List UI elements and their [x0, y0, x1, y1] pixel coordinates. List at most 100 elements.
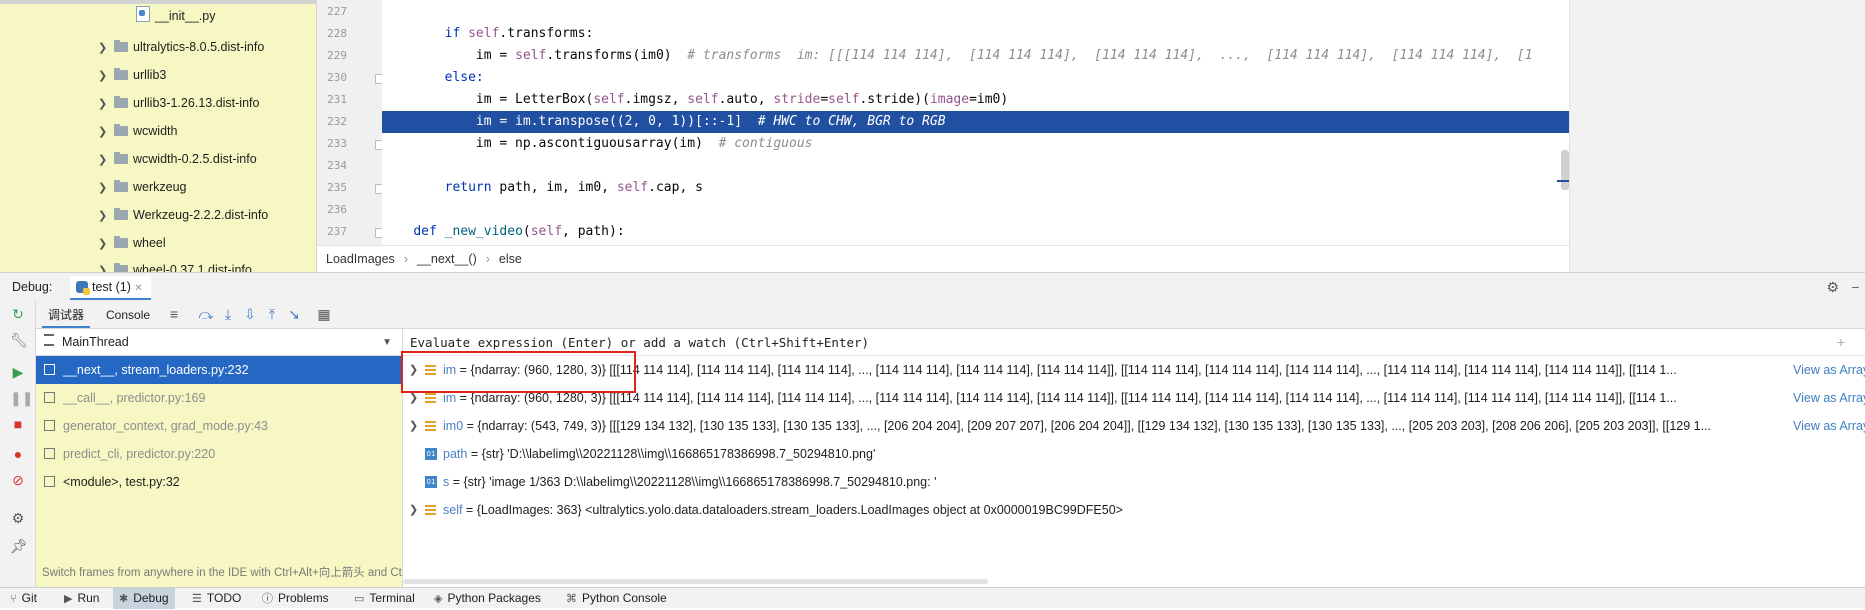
chevron-right-icon[interactable]: ❯: [98, 232, 114, 256]
frame-item[interactable]: predict_cli, predictor.py:220: [36, 440, 402, 468]
chevron-right-icon[interactable]: ❯: [98, 36, 114, 60]
breadcrumb: LoadImages › __next__() › else: [317, 245, 1570, 272]
code-line-233: im = np.ascontiguousarray(im) # contiguo…: [475, 136, 813, 151]
variables-horizontal-scrollbar[interactable]: [403, 579, 988, 584]
expand-chevron-icon[interactable]: ❯: [409, 412, 418, 440]
view-breakpoints-icon[interactable]: ●: [10, 446, 26, 462]
chevron-right-icon[interactable]: ❯: [98, 176, 114, 200]
code-line-228: if self.transforms:: [444, 26, 594, 41]
code-line-237: def _new_video(self, path):: [413, 224, 625, 239]
variable-row[interactable]: 01 s = {str} 'image 1/363 D:\\labelimg\\…: [403, 468, 1865, 496]
step-over-icon[interactable]: ⤼: [198, 306, 214, 322]
tree-item-folder[interactable]: ❯ werkzeug: [98, 175, 187, 199]
code-line-235: return path, im, im0, self.cap, s: [444, 180, 703, 195]
thread-selector[interactable]: MainThread ▼: [36, 329, 402, 356]
tool-tab-python-console[interactable]: ⌘ Python Console: [560, 588, 673, 609]
settings-icon[interactable]: ⚙: [10, 510, 26, 526]
tool-tab-terminal[interactable]: ▭ Terminal: [348, 588, 421, 609]
tree-item-folder[interactable]: ❯ urllib3: [98, 63, 166, 87]
chevron-right-icon[interactable]: ❯: [98, 148, 114, 172]
frame-item[interactable]: __next__, stream_loaders.py:232: [36, 356, 402, 384]
chevron-down-icon[interactable]: ▼: [382, 329, 392, 356]
line-number: 236: [327, 203, 347, 216]
view-as-array-link[interactable]: View as Array: [1791, 412, 1865, 440]
step-into-icon[interactable]: ⤓: [220, 306, 236, 322]
mute-breakpoints-icon[interactable]: ⊘: [10, 472, 26, 488]
tree-item-folder[interactable]: ❯ wheel: [98, 231, 166, 255]
tree-item-folder[interactable]: ❯ wcwidth-0.2.5.dist-info: [98, 147, 257, 171]
tool-tab-python-packages[interactable]: ◈ Python Packages: [428, 588, 547, 609]
chevron-right-icon[interactable]: ❯: [98, 64, 114, 88]
pin-icon[interactable]: 📌︎: [10, 538, 28, 554]
folder-icon: [114, 40, 128, 52]
debug-tool-window-header: Debug: test (1) ✕ ⚙ –: [0, 272, 1865, 300]
debug-toolbar: 调试器 Console ≡ ⤼ ⤓ ⇩ ⤒ ↘ ▦: [36, 300, 1865, 329]
code-line-232-execution-point: im = im.transpose((2, 0, 1))[::-1] # HWC…: [382, 111, 1569, 133]
chevron-right-icon[interactable]: ❯: [98, 92, 114, 116]
expand-chevron-icon[interactable]: ❯: [409, 496, 418, 524]
menu-icon[interactable]: ≡: [166, 306, 182, 322]
pause-icon[interactable]: ❚❚: [10, 390, 33, 406]
variable-row[interactable]: ❯ self = {LoadImages: 363} <ultralytics.…: [403, 496, 1865, 524]
editor-scrollbar[interactable]: [1561, 150, 1569, 190]
tool-tab-run[interactable]: ▶ Run: [58, 588, 105, 609]
wrench-icon[interactable]: 🔧︎: [10, 332, 28, 348]
folder-icon: [114, 152, 128, 164]
folder-icon: [114, 180, 128, 192]
project-tree: __init__.py ❯ ultralytics-8.0.5.dist-info…: [0, 0, 317, 272]
variable-row[interactable]: 01 path = {str} 'D:\\labelimg\\20221128\…: [403, 440, 1865, 468]
debug-session-tab[interactable]: test (1) ✕: [70, 276, 151, 300]
tree-item-folder[interactable]: ❯ urllib3-1.26.13.dist-info: [98, 91, 259, 115]
chevron-right-icon[interactable]: ❯: [98, 204, 114, 228]
tree-item-folder[interactable]: ❯ wcwidth: [98, 119, 177, 143]
run-icon: ▶: [64, 593, 73, 605]
tab-debugger[interactable]: 调试器: [42, 304, 91, 328]
breadcrumb-item[interactable]: __next__(): [417, 252, 477, 266]
minimize-icon[interactable]: –: [1852, 273, 1859, 301]
variable-row[interactable]: ❯ im0 = {ndarray: (543, 749, 3)} [[[129 …: [403, 412, 1865, 440]
folder-icon: [114, 124, 128, 136]
python-icon: [76, 281, 90, 295]
breadcrumb-item[interactable]: else: [499, 252, 522, 266]
frames-hint: Switch frames from anywhere in the IDE w…: [42, 559, 402, 587]
step-into-my-code-icon[interactable]: ⇩: [242, 306, 258, 322]
resume-icon[interactable]: ▶: [10, 364, 26, 380]
step-out-icon[interactable]: ⤒: [264, 306, 280, 322]
frame-item[interactable]: __call__, predictor.py:169: [36, 384, 402, 412]
frame-item[interactable]: <module>, test.py:32: [36, 468, 402, 496]
frame-icon: [44, 476, 55, 487]
tool-tab-problems[interactable]: ⓘ Problems: [256, 588, 335, 609]
tab-console[interactable]: Console: [100, 304, 156, 326]
view-as-array-link[interactable]: View as Array: [1791, 384, 1865, 412]
evaluate-table-icon[interactable]: ▦: [316, 306, 332, 322]
breadcrumb-item[interactable]: LoadImages: [326, 252, 395, 266]
terminal-icon: ▭: [354, 593, 365, 605]
code-editor[interactable]: if self.transforms: im = self.transforms…: [382, 0, 1570, 245]
rerun-icon[interactable]: ↻: [10, 306, 26, 322]
frame-icon: [44, 448, 55, 459]
run-to-cursor-icon[interactable]: ↘: [286, 306, 302, 322]
tree-item-folder[interactable]: ❯ Werkzeug-2.2.2.dist-info: [98, 203, 268, 227]
tree-item-folder[interactable]: ❯ wheel-0.37.1.dist-info: [98, 258, 252, 272]
thread-icon: [44, 334, 54, 346]
array-icon: [425, 393, 436, 403]
stop-icon[interactable]: ■: [10, 416, 26, 432]
packages-icon: ◈: [434, 593, 443, 605]
line-number: 229: [327, 49, 347, 62]
chevron-right-icon[interactable]: ❯: [98, 259, 114, 272]
view-as-array-link[interactable]: View as Array: [1791, 356, 1865, 384]
tool-tab-debug[interactable]: ✱ Debug: [113, 588, 175, 609]
frame-item[interactable]: generator_context, grad_mode.py:43: [36, 412, 402, 440]
tool-tab-todo[interactable]: ☰ TODO: [186, 588, 247, 609]
tree-item-init-py[interactable]: __init__.py: [136, 4, 215, 28]
gear-icon[interactable]: ⚙: [1826, 273, 1839, 301]
tree-item-folder[interactable]: ❯ ultralytics-8.0.5.dist-info: [98, 35, 264, 59]
editor-gutter[interactable]: 227 228 229 230 231 232 233 234 235 236 …: [317, 0, 385, 272]
close-icon[interactable]: ✕: [134, 283, 142, 294]
add-watch-icon[interactable]: +: [1837, 329, 1845, 356]
tool-tab-git[interactable]: ⑂ Git: [4, 588, 43, 609]
frame-icon: [44, 364, 55, 375]
frame-icon: [44, 392, 55, 403]
folder-icon: [114, 236, 128, 248]
chevron-right-icon[interactable]: ❯: [98, 120, 114, 144]
